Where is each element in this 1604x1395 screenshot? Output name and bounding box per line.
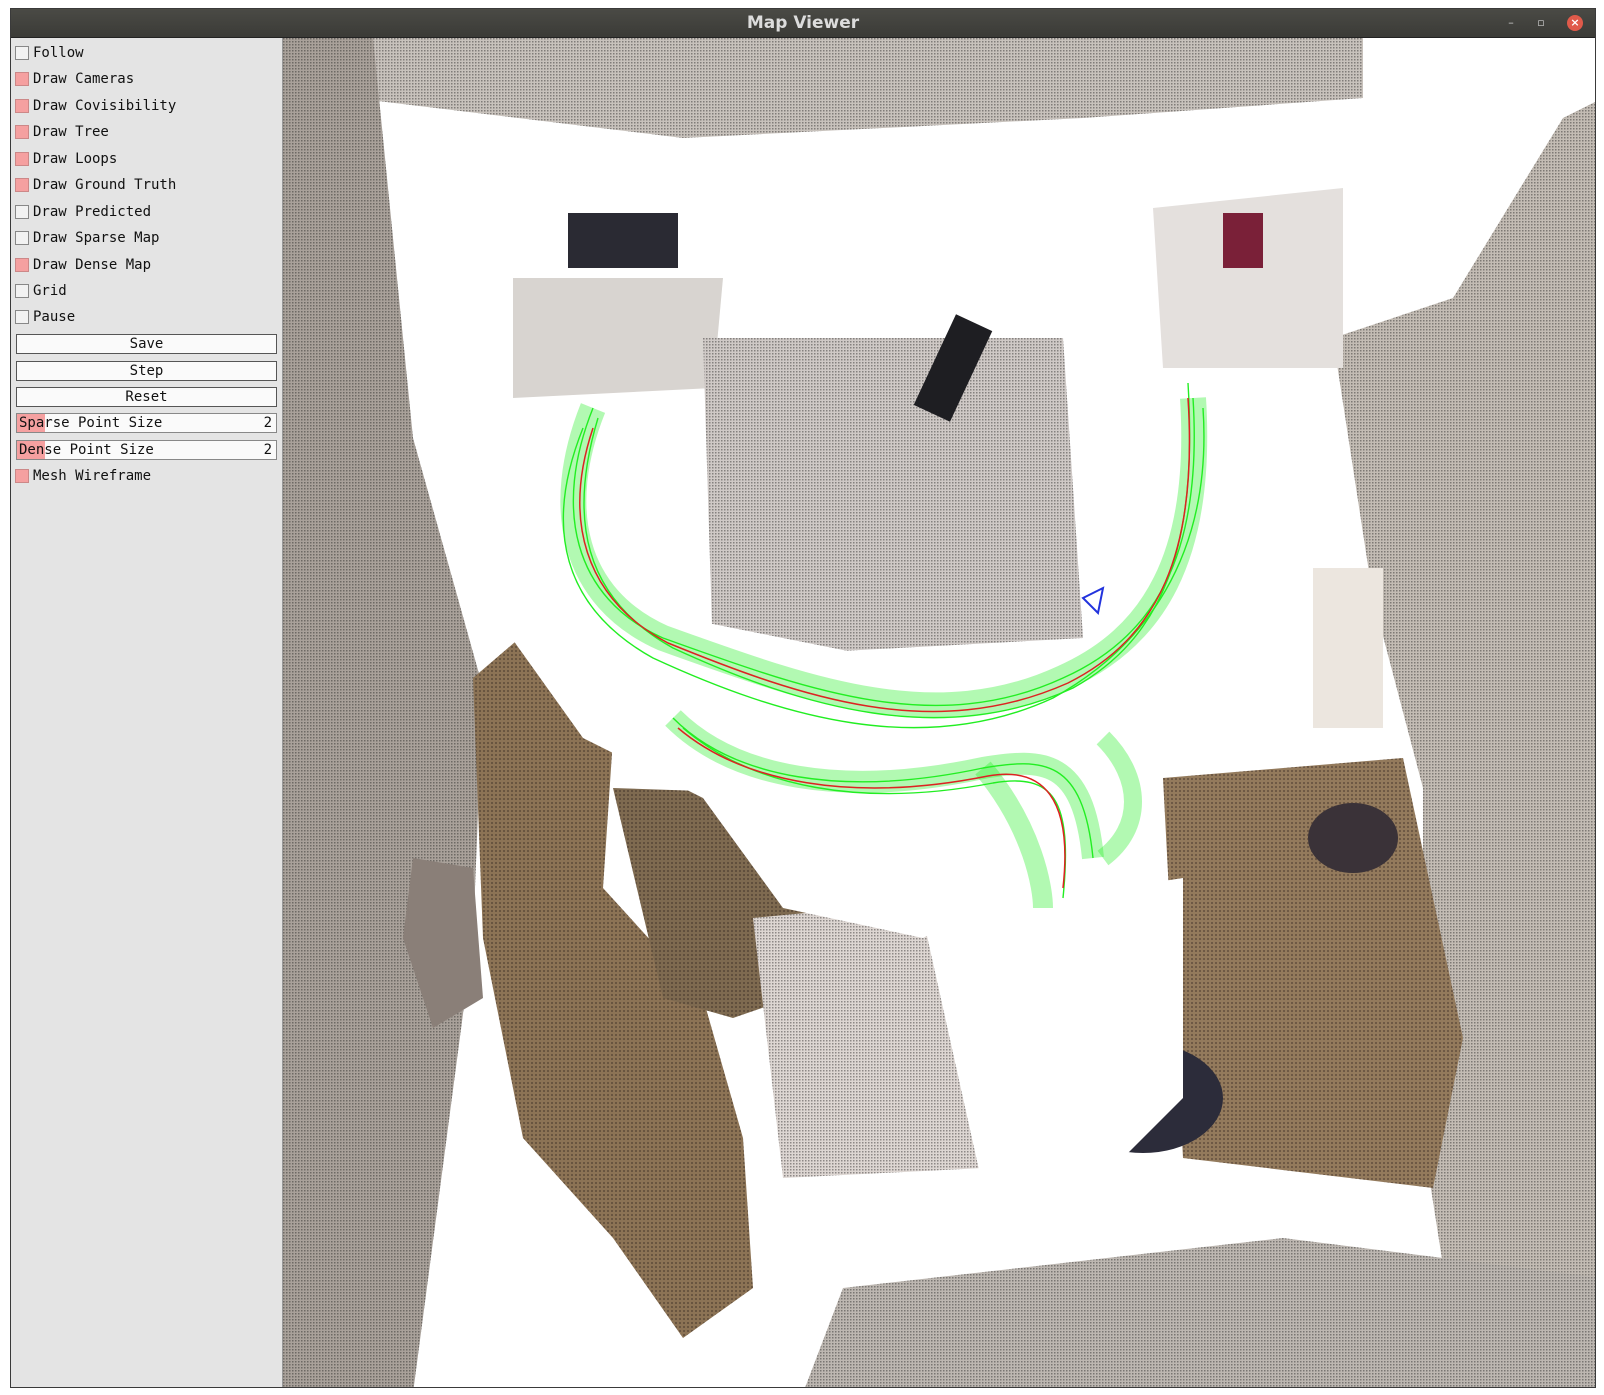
3d-map-viewport[interactable] — [283, 38, 1595, 1387]
close-icon[interactable]: × — [1567, 15, 1583, 31]
checkbox-label: Draw Predicted — [33, 204, 152, 220]
control-panel: Follow Draw Cameras Draw Covisibility Dr… — [11, 38, 283, 1387]
checkbox-box[interactable] — [15, 231, 29, 245]
slider-label: Dense Point Size — [19, 442, 154, 458]
slider-value: 2 — [263, 415, 272, 431]
checkbox-label: Pause — [33, 309, 76, 325]
checkbox-label: Draw Cameras — [33, 71, 135, 87]
right-wall-dots — [1333, 102, 1595, 1387]
window-title: Map Viewer — [746, 13, 860, 33]
checkbox-box[interactable] — [15, 205, 29, 219]
checkbox-box[interactable] — [15, 99, 29, 113]
checkbox-label: Draw Covisibility — [33, 98, 177, 114]
slider-value: 2 — [263, 442, 272, 458]
cabinet-right — [1313, 568, 1383, 728]
red-object — [1223, 213, 1263, 268]
checkbox-label: Grid — [33, 283, 67, 299]
checkbox-label: Follow — [33, 45, 84, 61]
checkbox-label: Draw Loops — [33, 151, 118, 167]
dense-point-size-slider[interactable]: Dense Point Size 2 — [16, 440, 277, 460]
checkbox-box[interactable] — [15, 258, 29, 272]
sparse-point-size-slider[interactable]: Sparse Point Size 2 — [16, 413, 277, 433]
checkbox-box[interactable] — [15, 469, 29, 483]
desk-left — [513, 278, 723, 398]
checkbox-box[interactable] — [15, 152, 29, 166]
checkbox-box[interactable] — [15, 46, 29, 60]
reset-button[interactable]: Reset — [16, 387, 277, 407]
checkbox-label: Draw Dense Map — [33, 257, 152, 273]
minimize-icon[interactable]: – — [1503, 15, 1519, 31]
checkbox-box[interactable] — [15, 310, 29, 324]
save-button[interactable]: Save — [16, 334, 277, 354]
checkbox-label: Draw Tree — [33, 124, 109, 140]
map-viewer-window: Map Viewer – ▫ × Follow Draw Cameras Dra… — [10, 8, 1596, 1388]
back-wall-dots — [353, 38, 1363, 138]
title-bar[interactable]: Map Viewer – ▫ × — [11, 9, 1595, 38]
checkbox-box[interactable] — [15, 72, 29, 86]
checkbox-label: Draw Sparse Map — [33, 230, 160, 246]
gap-right — [923, 878, 1183, 1238]
checkbox-box[interactable] — [15, 284, 29, 298]
point-cloud-render — [283, 38, 1595, 1387]
checkbox-label: Mesh Wireframe — [33, 468, 152, 484]
checkbox-box[interactable] — [15, 178, 29, 192]
desk-center-dots — [703, 338, 1083, 658]
checkbox-box[interactable] — [15, 125, 29, 139]
chair-right — [1308, 803, 1398, 873]
maximize-icon[interactable]: ▫ — [1533, 15, 1549, 31]
current-camera — [1081, 586, 1105, 616]
left-wall-dots — [283, 38, 483, 1387]
slider-label: Sparse Point Size — [19, 415, 163, 431]
checkbox-label: Draw Ground Truth — [33, 177, 177, 193]
step-button[interactable]: Step — [16, 361, 277, 381]
monitor-left — [568, 213, 678, 268]
